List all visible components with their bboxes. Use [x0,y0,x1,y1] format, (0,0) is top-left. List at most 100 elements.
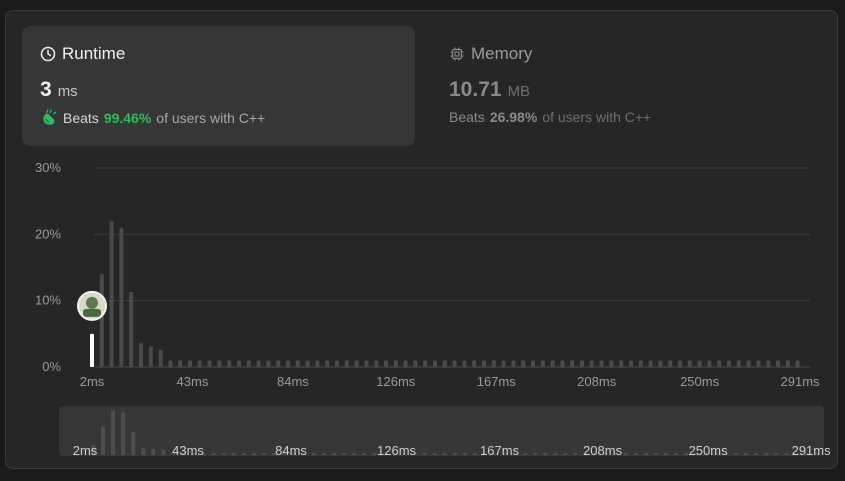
chart-bar[interactable] [472,360,477,367]
chart-bar[interactable] [776,360,780,367]
chart-bar[interactable] [423,360,428,367]
scrubber-tick-label: 250ms [689,443,729,458]
chart-bar[interactable] [580,360,584,367]
chart-bar[interactable] [442,360,447,367]
chart-bar[interactable] [207,360,212,367]
chart-bar[interactable] [433,360,437,367]
chart-bar[interactable] [785,360,790,367]
chart-bar[interactable] [413,360,418,367]
x-tick-label: 291ms [781,374,821,389]
chart-bar[interactable] [736,360,741,367]
chart-bar[interactable] [129,292,134,367]
scrubber-tick-label: 43ms [172,443,204,458]
chart-bar[interactable] [403,360,408,367]
chart-bar[interactable] [188,360,192,367]
scrubber-bar [221,452,226,455]
chart-bar[interactable] [462,360,467,367]
chart-bar[interactable] [599,360,604,367]
scrubber-bar [462,452,467,455]
chart-bar[interactable] [295,360,300,367]
chart-bar[interactable] [197,360,202,367]
x-tick-label: 84ms [277,374,309,389]
chart-bar[interactable] [540,360,545,367]
chart-bar[interactable] [286,360,290,367]
chart-bar[interactable] [727,360,731,367]
chart-bar[interactable] [148,346,153,367]
chart-bar[interactable] [393,360,398,367]
scrubber-bar [764,452,769,455]
chart-bar[interactable] [521,360,526,367]
chart-bar[interactable] [344,360,349,367]
x-tick-label: 208ms [577,374,617,389]
chart-bar[interactable] [374,360,379,367]
avatar-body [83,308,101,317]
scrubber-bar [683,452,688,455]
chart-bar[interactable] [707,360,712,367]
chart-bar[interactable] [717,360,722,367]
chart-bar[interactable] [119,227,124,367]
chart-bar[interactable] [315,360,320,367]
chart-bar[interactable] [325,360,330,367]
chart-bar[interactable] [109,221,114,367]
chart-bar[interactable] [648,360,653,367]
scrubber-bar [543,452,548,455]
chart-bar[interactable] [99,274,104,367]
chart-bar[interactable] [678,360,682,367]
chart-bar[interactable] [227,360,232,367]
chart-bar[interactable] [795,360,800,367]
chart-bar[interactable] [609,360,614,367]
chart-bar[interactable] [237,360,241,367]
scrubber-bar [563,452,568,455]
scrubber-bar [352,452,357,455]
chart-bar[interactable] [550,360,555,367]
chart-bar[interactable] [511,360,516,367]
chart-bar[interactable] [256,360,261,367]
scrubber-bar [452,452,457,455]
chart-bar[interactable] [217,360,222,367]
runtime-distribution-chart[interactable]: 30% 20% 10% 0% 2ms 43ms 84ms 126ms 167ms 208ms 250… [0,0,845,481]
scrubber-bar [161,449,166,455]
chart-bar[interactable] [687,360,692,367]
chart-bar[interactable] [619,360,624,367]
chart-bar[interactable] [491,360,496,367]
chart-bar[interactable] [178,360,183,367]
scrubber-bar [734,452,739,455]
y-tick-label: 0% [42,359,61,374]
chart-bar[interactable] [697,360,702,367]
chart-bar[interactable] [266,360,271,367]
chart-bar[interactable] [452,360,457,367]
chart-bar[interactable] [501,360,506,367]
chart-bar[interactable] [276,360,281,367]
chart-bar[interactable] [482,360,486,367]
chart-bar[interactable] [589,360,594,367]
chart-bar[interactable] [629,360,633,367]
chart-bar[interactable] [384,360,388,367]
chart-bar[interactable] [570,360,575,367]
chart-bar[interactable] [354,360,359,367]
user-runtime-bar[interactable] [90,333,94,367]
chart-bar[interactable] [756,360,761,367]
chart-bar[interactable] [766,360,771,367]
avatar-head [86,296,98,309]
chart-bar[interactable] [158,349,163,367]
scrubber-bar [241,452,246,455]
chart-bar[interactable] [560,360,565,367]
chart-bar[interactable] [658,360,663,367]
scrubber-bar [261,452,266,455]
chart-bar[interactable] [746,360,751,367]
chart-bar[interactable] [139,343,143,367]
chart-bar[interactable] [305,360,310,367]
chart-bar[interactable] [246,360,251,367]
chart-bar[interactable] [531,360,535,367]
chart-bar[interactable] [168,360,173,367]
y-tick-label: 20% [35,226,61,241]
chart-bar[interactable] [638,360,643,367]
scrubber-tick-label: 2ms [73,443,98,458]
x-tick-label: 2ms [80,374,105,389]
chart-bar[interactable] [364,360,369,367]
scrubber-bar [332,452,337,455]
scrubber-bar [472,452,477,455]
chart-bar[interactable] [335,360,339,367]
chart-bar[interactable] [668,360,673,367]
x-tick-label: 250ms [680,374,720,389]
